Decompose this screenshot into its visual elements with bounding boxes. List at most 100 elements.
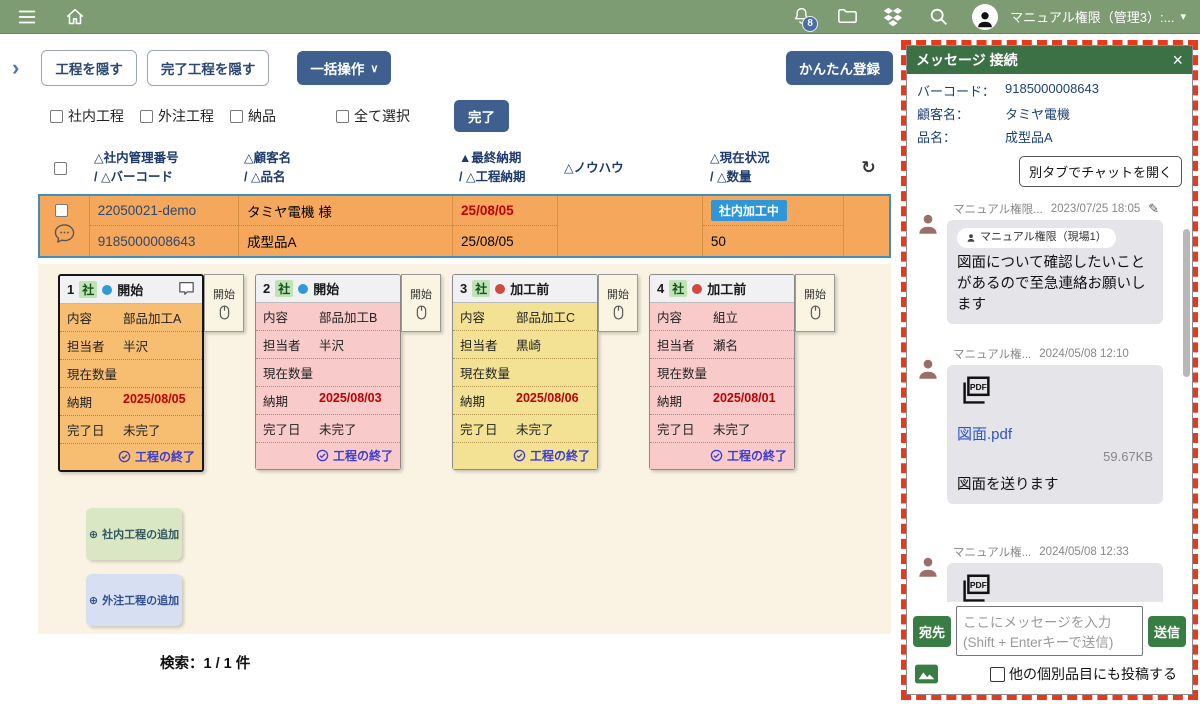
svg-text:PDF: PDF [970, 580, 987, 590]
column-header-knowhow[interactable]: △ノウハウ [558, 159, 704, 178]
internal-checkbox[interactable] [50, 110, 63, 123]
plus-icon: ⊕ [89, 594, 98, 607]
start-tab-1[interactable]: 開始 [204, 274, 244, 332]
internal-badge: 社 [79, 281, 97, 298]
chat-title: メッセージ 接続 [916, 50, 1018, 70]
card-group-4: 4 社 加工前 内容組立 担当者瀬名 現在数量 納期2025/08/01 完了日… [649, 274, 835, 472]
mention-chip: マニュアル権限（現場1） [957, 228, 1116, 248]
card-chat-bubble-icon[interactable] [178, 281, 195, 299]
hide-process-button[interactable]: 工程を隠す [41, 50, 137, 86]
row-product: 成型品A [239, 226, 452, 256]
external-checkbox[interactable] [140, 110, 153, 123]
filter-external[interactable]: 外注工程 [140, 106, 214, 126]
chat-product-value: 成型品A [1005, 127, 1053, 146]
file-link[interactable]: 図面.pdf [957, 424, 1153, 446]
dropbox-icon[interactable] [876, 0, 910, 34]
process-card-3[interactable]: 3 社 加工前 内容部品加工C 担当者黒崎 現在数量 納期2025/08/06 … [452, 274, 598, 470]
status-badge: 社内加工中 [711, 200, 787, 221]
bulk-actions-button[interactable]: 一括操作 ∨ [297, 51, 391, 85]
row-chat-bubble-icon[interactable] [53, 223, 76, 249]
expand-sidebar-chevron-icon[interactable]: › [12, 57, 19, 79]
refresh-icon[interactable]: ↻ [861, 158, 875, 177]
easy-register-button[interactable]: かんたん登録 [786, 51, 893, 85]
user-menu-caret-icon[interactable]: ▾ [1180, 10, 1186, 23]
add-internal-process-button[interactable]: ⊕ 社内工程の追加 [86, 508, 182, 560]
home-icon[interactable] [58, 0, 92, 34]
filter-delivery[interactable]: 納品 [230, 106, 276, 126]
row-knowhow [558, 196, 703, 256]
chat-header: メッセージ 接続 × [907, 46, 1192, 74]
finish-process-link[interactable]: 工程の終了 [60, 444, 202, 470]
finish-process-link[interactable]: 工程の終了 [256, 443, 400, 469]
finish-process-link[interactable]: 工程の終了 [453, 443, 597, 469]
post-other-checkbox[interactable] [990, 667, 1005, 682]
user-avatar-icon [915, 201, 947, 324]
app-header: 8 マニュアル権限（管理3）:... ▾ [0, 0, 1200, 34]
pdf-file-icon: PDF [957, 571, 995, 602]
search-icon[interactable] [922, 0, 956, 34]
message-time: 2024/05/08 12:33 [1039, 546, 1129, 558]
recipient-button[interactable]: 宛先 [913, 616, 951, 647]
complete-button[interactable]: 完了 [454, 100, 509, 132]
row-final-due: 25/08/05 [453, 196, 557, 226]
process-card-4[interactable]: 4 社 加工前 内容組立 担当者瀬名 現在数量 納期2025/08/01 完了日… [649, 274, 795, 470]
hide-completed-button[interactable]: 完了工程を隠す [147, 50, 270, 86]
finish-process-link[interactable]: 工程の終了 [650, 443, 794, 469]
search-result-count: 検索：1 / 1 件 [160, 652, 903, 673]
add-external-process-button[interactable]: ⊕ 外注工程の追加 [86, 574, 182, 626]
message-text: 図面を送ります [957, 475, 1153, 496]
card-group-2: 2 社 開始 内容部品加工B 担当者半沢 現在数量 納期2025/08/03 完… [255, 274, 441, 472]
internal-badge: 社 [275, 280, 293, 297]
chat-input-row: 宛先 送信 [907, 602, 1192, 660]
filter-select-all[interactable]: 全て選択 [336, 106, 410, 126]
filter-internal[interactable]: 社内工程 [50, 106, 124, 126]
start-tab-2[interactable]: 開始 [401, 274, 441, 332]
column-header-due[interactable]: ▲最終納期 / △工程納期 [453, 149, 558, 187]
header-checkbox[interactable] [54, 162, 67, 175]
attach-image-icon[interactable] [915, 664, 938, 684]
process-card-2[interactable]: 2 社 開始 内容部品加工B 担当者半沢 現在数量 納期2025/08/03 完… [255, 274, 401, 470]
post-to-other-items[interactable]: 他の個別品目にも投稿する [990, 664, 1177, 684]
column-header-customer[interactable]: △顧客名 / △品名 [238, 149, 453, 187]
cards-row: 1 社 開始 内容部品加工A 担当者半沢 現在数量 納期 [58, 274, 891, 472]
menu-icon[interactable] [10, 0, 44, 34]
message-sender: マニュアル権限... [953, 201, 1043, 217]
table-row[interactable]: 22050021-demo 9185000008643 タミヤ電機 様 成型品A… [38, 194, 891, 258]
chat-customer-value: タミヤ電機 [1005, 104, 1070, 123]
delivery-checkbox[interactable] [230, 110, 243, 123]
start-tab-4[interactable]: 開始 [795, 274, 835, 332]
row-refresh-cell [844, 196, 889, 256]
row-checkbox[interactable] [55, 204, 68, 217]
process-card-1[interactable]: 1 社 開始 内容部品加工A 担当者半沢 現在数量 納期 [58, 274, 204, 472]
start-tab-3[interactable]: 開始 [598, 274, 638, 332]
column-header-status[interactable]: △現在状況 / △数量 [704, 149, 846, 187]
chat-message: マニュアル権... 2024/05/08 12:33 PDF 図面 2.pdf … [915, 544, 1182, 602]
row-barcode: 9185000008643 [90, 226, 238, 256]
card-group-1: 1 社 開始 内容部品加工A 担当者半沢 現在数量 納期 [58, 274, 244, 472]
chat-message: マニュアル権... 2024/05/08 12:10 PDF 図面.pdf 59… [915, 346, 1182, 504]
message-text: 図面について確認したいことがあるので至急連絡お願いします [957, 253, 1153, 316]
column-header-id[interactable]: △社内管理番号 / △バーコード [88, 149, 238, 187]
chat-scrollbar[interactable] [1183, 229, 1190, 377]
order-table: △社内管理番号 / △バーコード △顧客名 / △品名 ▲最終納期 / △工程納… [38, 142, 891, 258]
message-time: 2024/05/08 12:10 [1039, 348, 1129, 360]
user-avatar[interactable] [968, 0, 1002, 34]
chat-info: バーコード：9185000008643 顧客名：タミヤ電機 品名：成型品A [907, 74, 1192, 152]
mouse-icon [416, 305, 427, 320]
chat-panel: メッセージ 接続 × バーコード：9185000008643 顧客名：タミヤ電機… [906, 45, 1193, 695]
stage: 8 マニュアル権限（管理3）:... ▾ › 工程を隠す 完了工程を隠す 一括操… [0, 0, 1200, 704]
main-content: › 工程を隠す 完了工程を隠す 一括操作 ∨ かんたん登録 社内工程 外注工程 … [0, 35, 903, 704]
table-header-row: △社内管理番号 / △バーコード △顧客名 / △品名 ▲最終納期 / △工程納… [38, 142, 891, 194]
process-cards-area: 1 社 開始 内容部品加工A 担当者半沢 現在数量 納期 [38, 264, 891, 634]
edit-icon[interactable]: ✎ [1148, 201, 1159, 217]
user-name-label[interactable]: マニュアル権限（管理3）:... [1010, 7, 1174, 26]
close-icon[interactable]: × [1172, 50, 1183, 71]
open-chat-new-tab-button[interactable]: 別タブでチャットを開く [1019, 156, 1182, 187]
user-avatar-icon [915, 346, 947, 504]
select-all-checkbox[interactable] [336, 110, 349, 123]
bell-icon[interactable]: 8 [784, 0, 818, 34]
folder-icon[interactable] [830, 0, 864, 34]
message-input[interactable] [956, 606, 1143, 656]
internal-badge: 社 [472, 280, 490, 297]
send-button[interactable]: 送信 [1148, 616, 1186, 647]
